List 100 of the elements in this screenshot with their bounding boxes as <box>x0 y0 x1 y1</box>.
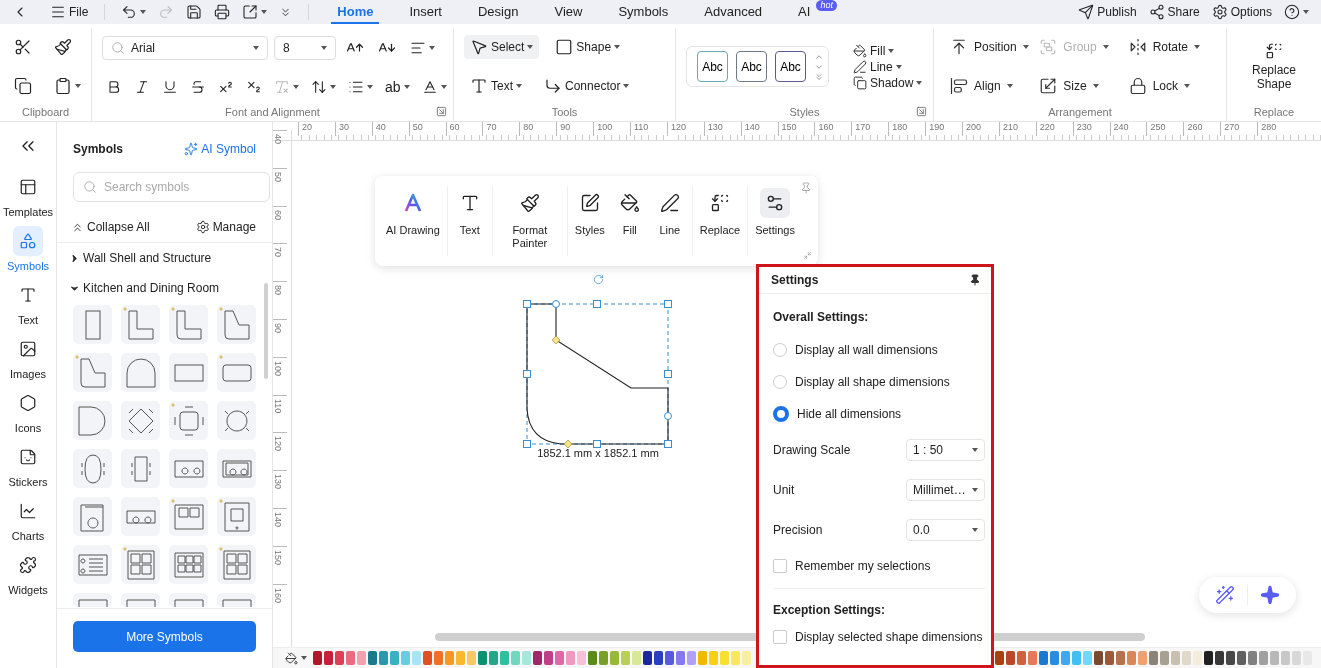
radio-option[interactable]: Display all wall dimensions <box>773 334 985 366</box>
tool-button[interactable]: Connector <box>538 73 636 98</box>
ribbon-tab[interactable]: Advanced <box>698 0 769 24</box>
dropdown-select[interactable]: 0.0 <box>906 519 985 541</box>
dimension-label: 1852.1 mm x 1852.1 mm <box>537 447 659 459</box>
ribbon-tab[interactable]: Design <box>472 0 525 24</box>
ribbon-tab[interactable]: AI <box>792 0 817 24</box>
option-label: Display selected shape dimensions <box>795 630 983 644</box>
ruler-label: 230 <box>1076 122 1092 132</box>
toolbar-button[interactable]: Line <box>649 182 690 260</box>
checkbox-option[interactable]: Remember my selections <box>773 550 985 582</box>
ruler-label: 40 <box>273 134 283 144</box>
ruler-label: 140 <box>744 122 760 132</box>
ruler-label: 170 <box>855 122 871 132</box>
group-label: Font and Alignment <box>224 105 321 120</box>
tool-button[interactable]: Text <box>464 73 528 98</box>
toolbar-action[interactable]: Share <box>1144 2 1204 22</box>
ruler-label: 200 <box>966 122 982 132</box>
ruler-label: 150 <box>273 549 283 565</box>
search-field[interactable]: Search symbols <box>73 172 270 202</box>
radio-option[interactable]: Display all shape dimensions <box>773 366 985 398</box>
style-preset[interactable]: Abc <box>697 51 728 82</box>
file-menu[interactable]: File <box>46 2 93 22</box>
tool-button[interactable]: Shape <box>549 35 627 60</box>
category-header[interactable]: Kitchen and Dining Room <box>67 275 222 301</box>
checkbox-option[interactable]: Display selected shape dimensions <box>773 621 985 653</box>
arrange-button[interactable]: Lock <box>1124 74 1194 97</box>
sidebar-item[interactable]: Templates <box>1 172 55 218</box>
collapse-all-button[interactable]: Collapse All <box>67 218 154 236</box>
ruler-label: 190 <box>929 122 945 132</box>
toolbar-button[interactable]: Replace <box>694 182 746 260</box>
ruler-label: 110 <box>273 398 283 413</box>
sidebar-item[interactable]: Icons <box>1 388 55 434</box>
sidebar-item[interactable]: Images <box>1 334 55 380</box>
toolbar-button[interactable]: AI Drawing <box>381 182 445 260</box>
ruler-label: 80 <box>523 122 534 132</box>
section-heading: Overall Settings: <box>773 309 870 326</box>
ruler-label: 100 <box>597 122 613 132</box>
ruler-label: 120 <box>670 122 686 132</box>
ruler-label: 180 <box>892 122 908 132</box>
sidebar-item[interactable]: Widgets <box>1 550 55 596</box>
option-label: Hide all dimensions <box>797 407 902 421</box>
ruler-label: 50 <box>412 122 423 132</box>
style-button[interactable]: Fill <box>851 42 925 59</box>
toolbar-button[interactable]: Settings <box>750 182 800 260</box>
ruler-label: 70 <box>486 122 497 132</box>
group-label: Styles <box>788 105 821 120</box>
style-button[interactable]: Shadow <box>851 74 925 91</box>
dropdown-select[interactable]: Millimet… <box>906 479 985 501</box>
tool-button[interactable]: Select <box>464 35 540 60</box>
toolbar-action[interactable]: Options <box>1207 2 1276 22</box>
panel-title: Settings <box>771 273 819 287</box>
ruler-label: 260 <box>1187 122 1203 132</box>
ruler-label: 60 <box>273 209 283 220</box>
field-label: Drawing Scale <box>773 443 851 457</box>
toolbar-button[interactable]: Styles <box>569 182 610 260</box>
sidebar-item[interactable]: Stickers <box>1 442 55 488</box>
ribbon-tab[interactable]: Home <box>331 0 380 24</box>
toolbar-button[interactable]: Fill <box>609 182 650 260</box>
font-size-select[interactable]: 8 <box>274 36 336 61</box>
more-symbols-button[interactable]: More Symbols <box>73 621 256 652</box>
option-label: Display all wall dimensions <box>795 343 938 357</box>
category-header[interactable]: Wall Shell and Structure <box>67 245 214 271</box>
ribbon-tab[interactable]: Insert <box>403 0 448 24</box>
style-preset[interactable]: Abc <box>775 51 806 82</box>
ribbon-tab[interactable]: Symbols <box>612 0 675 24</box>
dropdown-select[interactable]: 1 : 50 <box>906 439 985 461</box>
manage-button[interactable]: Manage <box>191 218 260 236</box>
ruler-label: 40 <box>375 122 386 132</box>
group-label: Clipboard <box>22 105 69 120</box>
ai-symbol-button[interactable]: AI Symbol <box>184 142 256 156</box>
ribbon-tab[interactable]: View <box>548 0 589 24</box>
arrange-button[interactable]: Position <box>946 36 1033 59</box>
arrange-button[interactable]: Size <box>1035 74 1103 97</box>
ruler-label: 100 <box>273 360 283 376</box>
radio-option[interactable]: Hide all dimensions <box>773 398 985 430</box>
ruler-label: 70 <box>273 247 283 258</box>
arrange-button[interactable]: Align <box>946 74 1017 97</box>
toolbar-button[interactable]: Format Painter <box>494 182 565 260</box>
style-preset[interactable]: Abc <box>736 51 767 82</box>
ruler-label: 130 <box>273 474 283 490</box>
ruler-label: 90 <box>560 122 571 132</box>
toolbar-action[interactable]: Publish <box>1074 2 1141 22</box>
group-label: Tools <box>550 105 579 120</box>
field-label: Precision <box>773 523 823 537</box>
arrange-button[interactable]: Rotate <box>1124 36 1204 59</box>
toolbar-button[interactable]: Text <box>449 182 490 260</box>
group-label: Arrangement <box>1047 105 1113 120</box>
sidebar-item[interactable]: Charts <box>1 496 55 542</box>
font-family-select[interactable]: Arial <box>102 36 268 61</box>
sidebar-item[interactable]: Text <box>1 280 55 326</box>
ruler-label: 160 <box>818 122 834 132</box>
ruler-label: 280 <box>1261 122 1277 132</box>
panel-title: Symbols <box>73 142 123 156</box>
highlight-button[interactable]: ab <box>381 76 414 97</box>
ruler-label: 60 <box>449 122 460 132</box>
ruler-label: 90 <box>273 323 283 333</box>
style-button[interactable]: Line <box>851 58 925 75</box>
replace-shape-button[interactable]: Replace Shape <box>1239 40 1309 93</box>
sidebar-item[interactable]: Symbols <box>1 226 55 272</box>
